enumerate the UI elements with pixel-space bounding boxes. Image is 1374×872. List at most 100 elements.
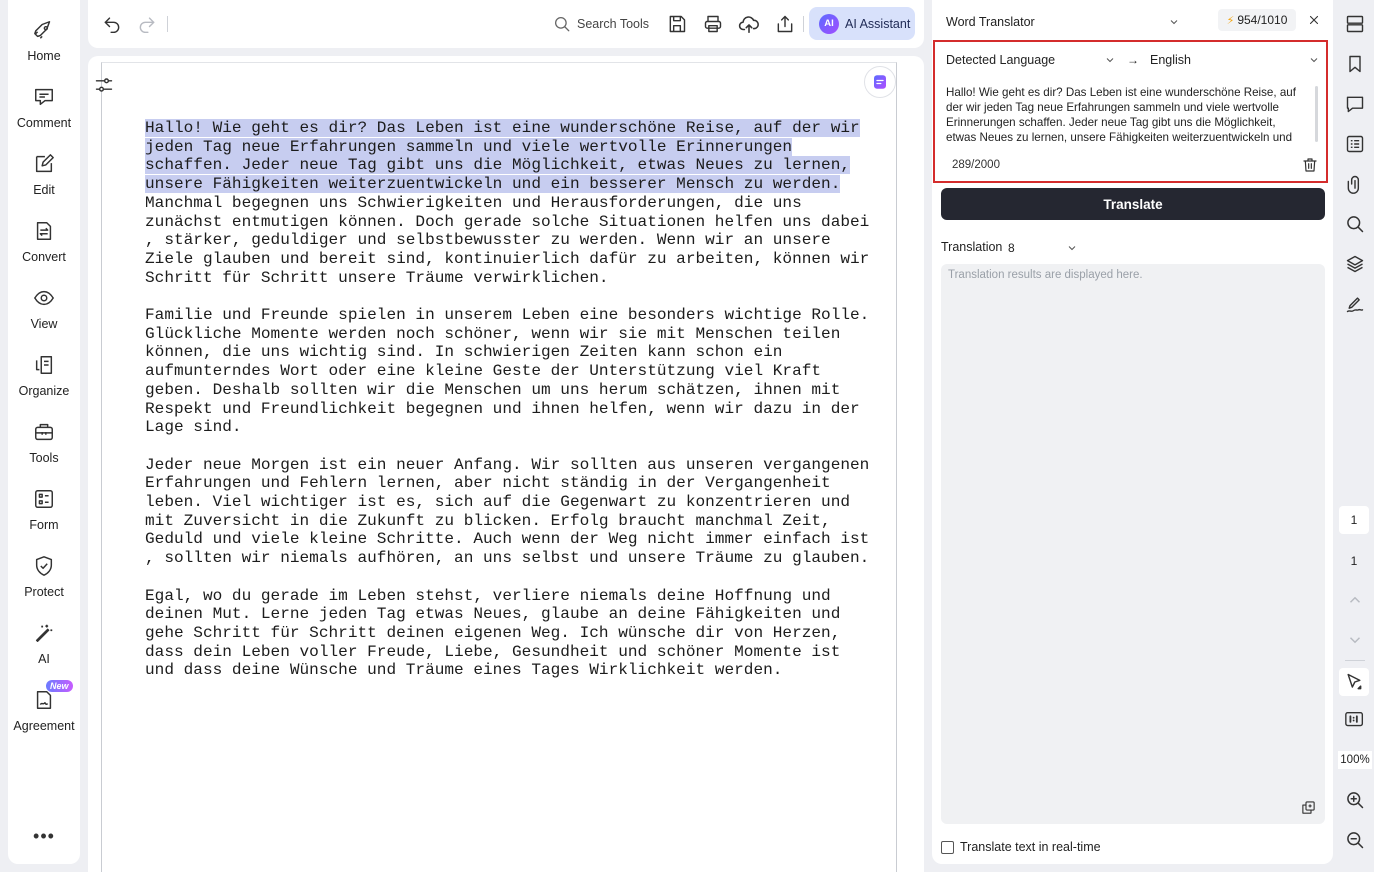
search-tools-button[interactable]: Search Tools [553,13,649,35]
text-line[interactable]: gehe Schritt für Schritt deinen eigenen … [145,624,855,643]
undo-button[interactable] [100,12,124,36]
attachment-button[interactable] [1343,172,1367,196]
sidebar-item-convert[interactable]: Convert [8,209,80,271]
ai-logo-icon: AI [819,13,839,34]
actual-size-button[interactable] [1343,708,1367,732]
redo-button[interactable] [135,12,159,36]
sidebar-item-view[interactable]: View [8,276,80,338]
ai-summary-button[interactable] [864,66,896,98]
selected-text-line[interactable]: schaffen. Jeder neue Tag gibt uns die Mö… [145,156,851,175]
translation-result-box[interactable]: Translation results are displayed here. [941,264,1325,824]
sidebar-item-label: Tools [29,451,59,465]
text-line[interactable]: geben. Deshalb sollten wir die Menschen … [145,381,855,400]
clear-text-button[interactable] [1301,156,1319,174]
document-page[interactable]: Hallo! Wie geht es dir? Das Leben ist ei… [101,62,897,872]
print-button[interactable] [701,12,725,36]
sidebar-item-ai[interactable]: AI [8,611,80,673]
document-paragraph[interactable]: Familie und Freunde spielen in unserem L… [145,306,869,437]
zoom-out-button[interactable] [1343,828,1367,852]
text-line[interactable]: mit Zuversicht in die Zukunft zu blicken… [145,512,855,531]
translator-mode-select[interactable]: Word Translator [946,12,1180,32]
text-line[interactable]: Lage sind. [145,418,855,437]
realtime-checkbox[interactable] [941,840,954,854]
text-line[interactable]: Ziele glauben und bereit sind, kontinuie… [145,250,869,269]
text-line[interactable]: und dass deine Wünsche und Träume eines … [145,661,855,680]
layers-button[interactable] [1343,252,1367,276]
text-line[interactable]: Egal, wo du gerade im Leben stehst, verl… [145,587,855,606]
sidebar-item-agreement[interactable]: New Agreement [8,678,80,740]
text-line[interactable]: Glückliche Momente werden noch schöner, … [145,325,855,344]
selected-text-line[interactable]: jeden Tag neue Erfahrungen sammeln und v… [145,137,793,156]
toolbar-divider [803,16,804,32]
sidebar-item-label: AI [38,652,50,666]
panel-layout-button[interactable] [1343,12,1367,36]
translation-option-select[interactable]: 8 [1004,237,1082,259]
text-line[interactable]: Erfahrungen und Fehlern lernen, aber nic… [145,474,855,493]
text-line[interactable]: Jeder neue Morgen ist ein neuer Anfang. … [145,456,869,475]
form-fields-button[interactable] [1343,132,1367,156]
text-line[interactable]: , sollten wir niemals aufhören, an uns s… [145,549,869,568]
realtime-label: Translate text in real-time [960,840,1101,854]
translator-mode-label: Word Translator [946,15,1035,29]
text-line[interactable]: leben. Viel wichtiger ist es, sich auf d… [145,493,855,512]
document-paragraph[interactable]: Jeder neue Morgen ist ein neuer Anfang. … [145,456,869,568]
selected-text-line[interactable]: Hallo! Wie geht es dir? Das Leben ist ei… [145,119,860,137]
cloud-upload-button[interactable] [737,12,761,36]
document-paragraph[interactable]: Hallo! Wie geht es dir? Das Leben ist ei… [145,119,869,288]
ai-assistant-button[interactable]: AI AI Assistant [809,7,915,40]
text-line[interactable]: Geduld und viele kleine Schritte. Auch w… [145,530,869,549]
sidebar-item-home[interactable]: Home [8,8,80,70]
more-options-button[interactable]: ••• [8,826,80,847]
translate-button[interactable]: Translate [941,188,1325,220]
bookmark-button[interactable] [1343,52,1367,76]
previous-page-button[interactable] [1343,588,1367,612]
search-button[interactable] [1343,212,1367,236]
text-line[interactable]: , stärker, geduldiger und selbstbewusste… [145,231,855,250]
form-icon [32,487,56,511]
current-page-input[interactable]: 1 [1339,506,1369,534]
document-paragraph[interactable]: Egal, wo du gerade im Leben stehst, verl… [145,587,855,681]
source-text-area[interactable]: Hallo! Wie geht es dir? Das Leben ist ei… [946,85,1306,147]
text-line[interactable]: können, die uns wichtig sind. In schwier… [145,343,855,362]
close-button[interactable] [1306,12,1322,28]
character-count: 289/2000 [952,159,1000,171]
text-line[interactable]: Schritt für Schritt unsere Träume verwir… [145,269,855,288]
sidebar-item-label: Home [27,49,61,63]
share-icon [775,14,795,34]
next-page-button[interactable] [1343,628,1367,652]
realtime-translate-toggle[interactable]: Translate text in real-time [941,840,1101,854]
layers-icon [1345,254,1365,274]
zoom-in-button[interactable] [1343,788,1367,812]
text-line[interactable]: zunächst entmutigen können. Doch gerade … [145,213,869,232]
text-line[interactable]: dass dein Leben voller Freude, Liebe, Ge… [145,643,855,662]
target-language-label: English [1150,53,1191,67]
zoom-in-icon [1345,790,1365,810]
share-button[interactable] [773,12,797,36]
sidebar-item-edit[interactable]: Edit [8,142,80,204]
sidebar-item-form[interactable]: Form [8,477,80,539]
sidebar-item-protect[interactable]: Protect [8,544,80,606]
text-line[interactable]: Familie und Freunde spielen in unserem L… [145,306,869,325]
document-text[interactable]: Hallo! Wie geht es dir? Das Leben ist ei… [145,119,869,699]
sidebar-item-tools[interactable]: Tools [8,410,80,472]
selected-text-line[interactable]: unsere Fähigkeiten weiterzuentwickeln un… [145,175,841,194]
display-settings-button[interactable] [91,72,117,98]
copy-button[interactable] [1300,799,1316,815]
sidebar-item-organize[interactable]: Organize [8,343,80,405]
shield-icon [32,554,56,578]
text-line[interactable]: Manchmal begegnen uns Schwierigkeiten un… [145,194,855,213]
edit-icon [32,152,56,176]
zoom-level[interactable]: 100% [1338,751,1372,769]
text-line[interactable]: deinen Mut. Lerne jeden Tag etwas Neues,… [145,605,855,624]
signature-button[interactable] [1343,292,1367,316]
comments-panel-button[interactable] [1343,92,1367,116]
sidebar-item-comment[interactable]: Comment [8,75,80,137]
text-line[interactable]: aufmunterndes Wort oder eine kleine Gest… [145,362,855,381]
text-line[interactable]: Respekt und Freundlichkeit begegnen und … [145,400,860,419]
source-language-select[interactable]: Detected Language [946,53,1116,67]
source-text-scrollbar[interactable] [1315,86,1318,142]
select-tool-button[interactable] [1339,668,1369,696]
save-button[interactable] [665,12,689,36]
sliders-icon [94,75,114,95]
target-language-select[interactable]: English [1150,53,1320,67]
